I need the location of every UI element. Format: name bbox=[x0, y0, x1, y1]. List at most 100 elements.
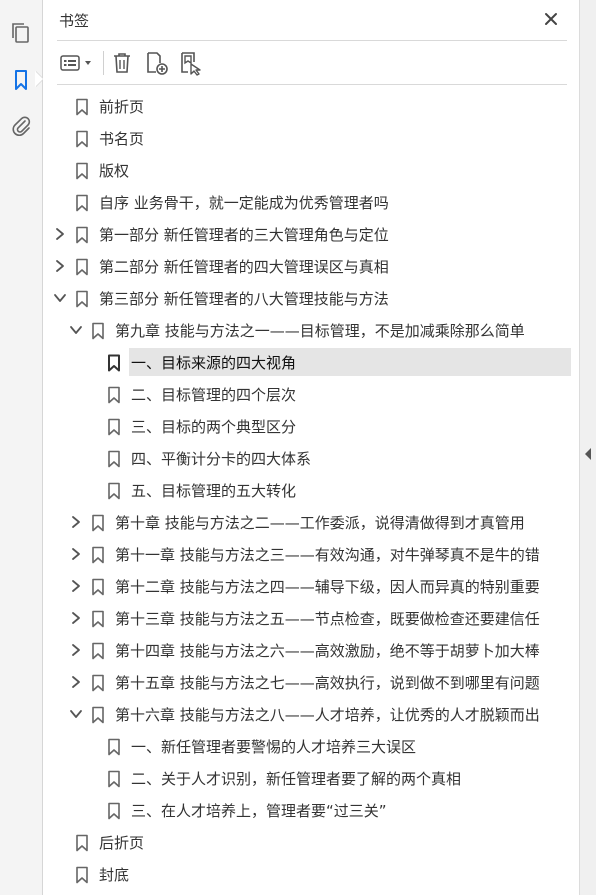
options-menu-icon bbox=[60, 55, 91, 71]
bookmark-item[interactable]: 四、平衡计分卡的四大体系 bbox=[43, 444, 579, 474]
bookmark-item[interactable]: 三、在人才培养上，管理者要“过三关” bbox=[43, 796, 579, 826]
navigation-rail bbox=[0, 0, 43, 895]
bookmark-item[interactable]: 第二部分 新任管理者的四大管理误区与真相 bbox=[43, 252, 579, 282]
new-bookmark-from-structure-icon bbox=[181, 52, 201, 76]
bookmark-item[interactable]: 第一部分 新任管理者的三大管理角色与定位 bbox=[43, 220, 579, 250]
bookmark-icon bbox=[91, 674, 105, 692]
bookmark-item[interactable]: 第三部分 新任管理者的八大管理技能与方法 bbox=[43, 284, 579, 314]
bookmark-item[interactable]: 三、目标的两个典型区分 bbox=[43, 412, 579, 442]
bookmark-icon bbox=[107, 418, 121, 436]
chevron-right-icon[interactable] bbox=[69, 546, 83, 562]
bookmark-label: 第十一章 技能与方法之三——有效沟通，对牛弹琴真不是牛的错 bbox=[115, 546, 540, 564]
bookmark-icon bbox=[75, 258, 89, 276]
bookmark-icon bbox=[75, 130, 89, 148]
bookmark-icon bbox=[75, 98, 89, 116]
collapse-arrow-icon[interactable] bbox=[585, 448, 591, 460]
chevron-right-icon[interactable] bbox=[69, 578, 83, 594]
bookmark-label: 四、平衡计分卡的四大体系 bbox=[131, 450, 312, 468]
close-panel-button[interactable] bbox=[541, 9, 561, 29]
new-bookmark-icon bbox=[147, 52, 168, 75]
bookmark-label: 第十六章 技能与方法之八——人才培养，让优秀的人才脱颖而出 bbox=[115, 706, 540, 724]
bookmark-item[interactable]: 第十一章 技能与方法之三——有效沟通，对牛弹琴真不是牛的错 bbox=[43, 540, 579, 570]
bookmark-label: 五、目标管理的五大转化 bbox=[131, 482, 297, 500]
bookmark-icon bbox=[107, 354, 121, 372]
bookmark-item[interactable]: 第九章 技能与方法之一——目标管理，不是加减乘除那么简单 bbox=[43, 316, 579, 346]
bookmark-icon bbox=[91, 322, 105, 340]
bookmark-item[interactable]: 封底 bbox=[43, 860, 579, 890]
bookmark-icon bbox=[107, 386, 121, 404]
bookmark-icon bbox=[107, 482, 121, 500]
bookmark-item[interactable]: 第十三章 技能与方法之五——节点检查，既要做检查还要建信任 bbox=[43, 604, 579, 634]
chevron-right-icon[interactable] bbox=[69, 642, 83, 658]
bookmark-item[interactable]: 第十五章 技能与方法之七——高效执行，说到做不到哪里有问题 bbox=[43, 668, 579, 698]
bookmark-item[interactable]: 第十四章 技能与方法之六——高效激励，绝不等于胡萝卜加大棒 bbox=[43, 636, 579, 666]
bookmark-item[interactable]: 一、新任管理者要警惕的人才培养三大误区 bbox=[43, 732, 579, 762]
bookmark-item[interactable]: 后折页 bbox=[43, 828, 579, 858]
bookmark-icon[interactable] bbox=[7, 66, 35, 94]
bookmark-label: 二、关于人才识别，新任管理者要了解的两个真相 bbox=[131, 770, 462, 788]
bookmark-icon bbox=[75, 194, 89, 212]
bookmark-item[interactable]: 版权 bbox=[43, 156, 579, 186]
bookmark-label: 版权 bbox=[99, 162, 130, 180]
panel-collapse-strip[interactable] bbox=[579, 0, 596, 895]
active-rail-pointer bbox=[35, 71, 43, 87]
delete-button[interactable] bbox=[109, 49, 135, 77]
bookmark-item[interactable]: 一、目标来源的四大视角 bbox=[43, 348, 579, 378]
bookmark-icon bbox=[107, 802, 121, 820]
bookmark-icon bbox=[75, 834, 89, 852]
bookmarks-panel: 书签 前折页 书名页 版权 自序 业务骨干，就一定能成为优秀管理者吗 第一部分 … bbox=[43, 0, 579, 895]
bookmark-icon bbox=[75, 162, 89, 180]
new-bookmark-button[interactable] bbox=[143, 49, 171, 77]
close-icon bbox=[545, 13, 557, 25]
bookmark-icon bbox=[107, 450, 121, 468]
bookmark-label: 二、目标管理的四个层次 bbox=[131, 386, 297, 404]
bookmark-label: 三、在人才培养上，管理者要“过三关” bbox=[131, 802, 387, 820]
chevron-right-icon[interactable] bbox=[69, 514, 83, 530]
bookmark-item[interactable]: 第十章 技能与方法之二——工作委派，说得清做得到才真管用 bbox=[43, 508, 579, 538]
bookmark-icon bbox=[91, 610, 105, 628]
bookmark-label: 书名页 bbox=[99, 130, 145, 148]
bookmark-item[interactable]: 第十二章 技能与方法之四——辅导下级，因人而异真的特别重要 bbox=[43, 572, 579, 602]
bookmark-icon bbox=[75, 866, 89, 884]
chevron-right-icon[interactable] bbox=[53, 226, 67, 242]
bookmark-label: 第十章 技能与方法之二——工作委派，说得清做得到才真管用 bbox=[115, 514, 525, 532]
panel-header: 书签 bbox=[57, 0, 567, 41]
chevron-right-icon[interactable] bbox=[69, 674, 83, 690]
toolbar-separator bbox=[103, 51, 104, 75]
bookmarks-toolbar bbox=[57, 41, 567, 85]
bookmark-label: 第十三章 技能与方法之五——节点检查，既要做检查还要建信任 bbox=[115, 610, 540, 628]
bookmark-label: 第十二章 技能与方法之四——辅导下级，因人而异真的特别重要 bbox=[115, 578, 540, 596]
bookmark-icon bbox=[91, 642, 105, 660]
panel-title: 书签 bbox=[59, 12, 90, 30]
bookmark-icon bbox=[91, 514, 105, 532]
chevron-right-icon[interactable] bbox=[53, 258, 67, 274]
chevron-down-icon[interactable] bbox=[53, 290, 67, 306]
bookmark-item[interactable]: 二、关于人才识别，新任管理者要了解的两个真相 bbox=[43, 764, 579, 794]
bookmark-label: 第十四章 技能与方法之六——高效激励，绝不等于胡萝卜加大棒 bbox=[115, 642, 540, 660]
delete-icon bbox=[114, 53, 130, 73]
bookmark-item[interactable]: 自序 业务骨干，就一定能成为优秀管理者吗 bbox=[43, 188, 579, 218]
attachment-icon[interactable] bbox=[7, 112, 35, 140]
bookmark-label: 第三部分 新任管理者的八大管理技能与方法 bbox=[99, 290, 389, 308]
bookmark-label: 自序 业务骨干，就一定能成为优秀管理者吗 bbox=[99, 194, 389, 212]
options-menu-button[interactable] bbox=[59, 49, 97, 77]
chevron-down-icon[interactable] bbox=[69, 322, 83, 338]
bookmark-label: 后折页 bbox=[99, 834, 145, 852]
bookmark-label: 封底 bbox=[99, 866, 130, 884]
bookmark-item[interactable]: 五、目标管理的五大转化 bbox=[43, 476, 579, 506]
pages-icon[interactable] bbox=[7, 19, 35, 47]
bookmark-item[interactable]: 二、目标管理的四个层次 bbox=[43, 380, 579, 410]
bookmark-label: 三、目标的两个典型区分 bbox=[131, 418, 297, 436]
bookmark-icon bbox=[75, 226, 89, 244]
bookmark-label: 第一部分 新任管理者的三大管理角色与定位 bbox=[99, 226, 389, 244]
bookmark-label: 第十五章 技能与方法之七——高效执行，说到做不到哪里有问题 bbox=[115, 674, 540, 692]
bookmark-item[interactable]: 前折页 bbox=[43, 92, 579, 122]
bookmark-item[interactable]: 书名页 bbox=[43, 124, 579, 154]
bookmark-label: 一、新任管理者要警惕的人才培养三大误区 bbox=[131, 738, 417, 756]
bookmark-icon bbox=[107, 770, 121, 788]
chevron-right-icon[interactable] bbox=[69, 610, 83, 626]
new-bookmark-from-structure-button[interactable] bbox=[177, 49, 205, 77]
chevron-down-icon[interactable] bbox=[69, 706, 83, 722]
bookmark-item[interactable]: 第十六章 技能与方法之八——人才培养，让优秀的人才脱颖而出 bbox=[43, 700, 579, 730]
bookmark-icon bbox=[107, 738, 121, 756]
